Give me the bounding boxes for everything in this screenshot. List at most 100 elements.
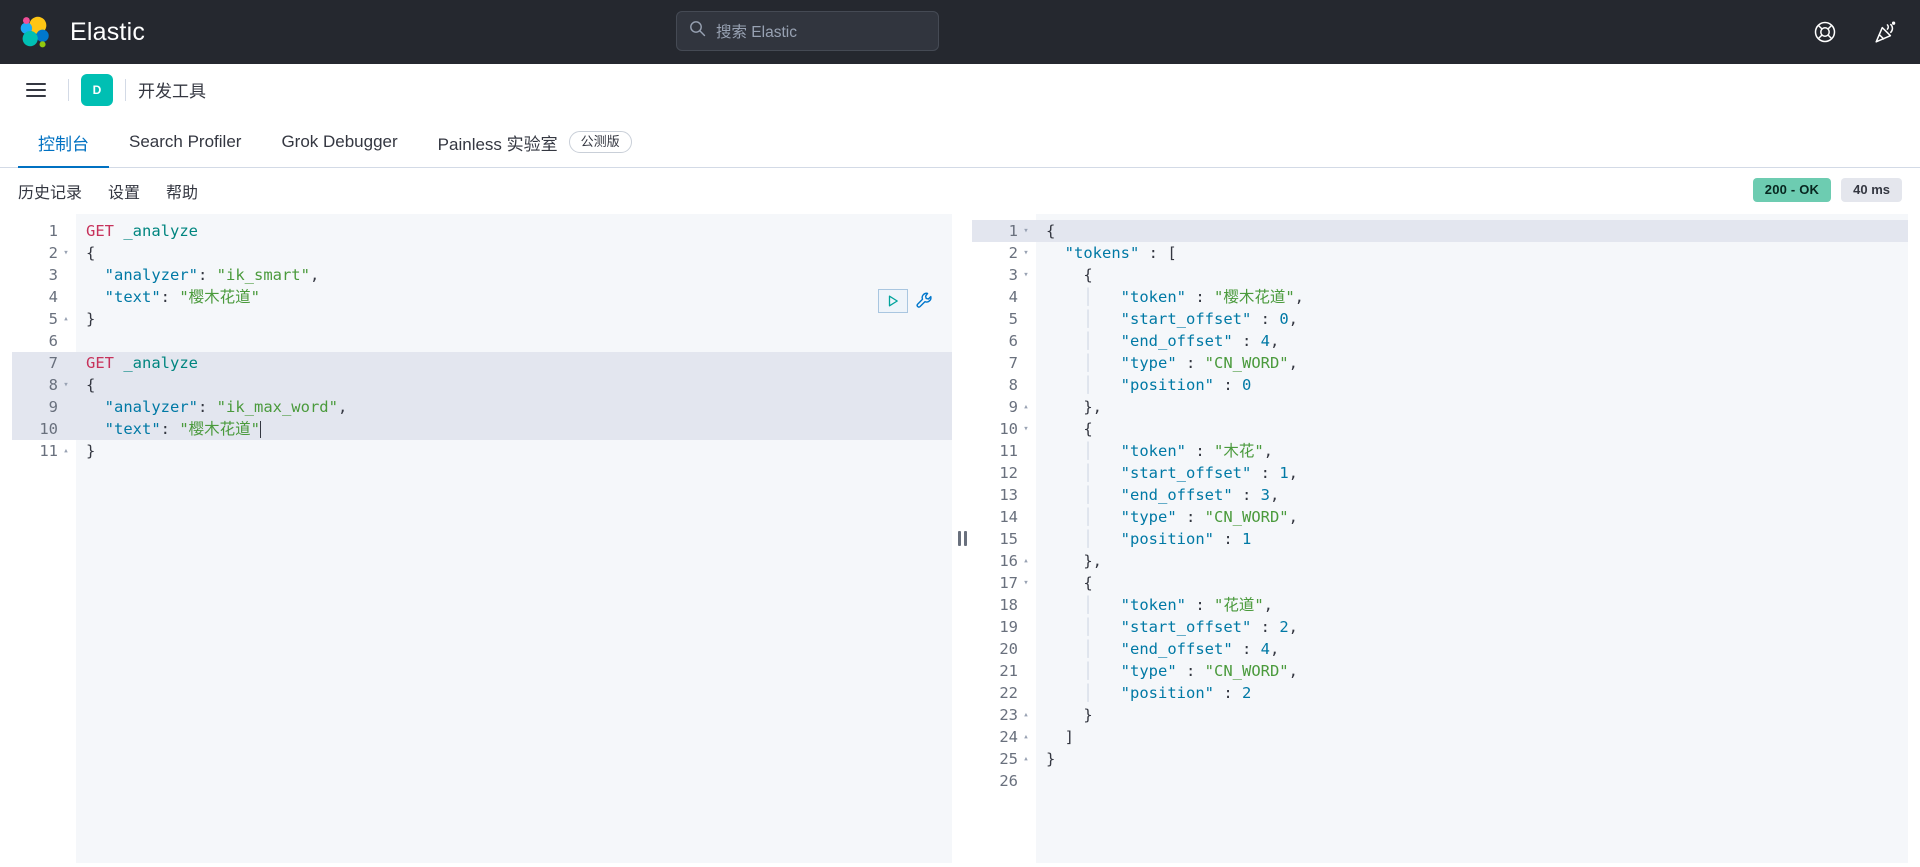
response-code-line[interactable]: │ "end_offset" : 4, bbox=[1036, 330, 1908, 352]
tab-label: Grok Debugger bbox=[281, 132, 398, 151]
response-code-line[interactable]: │ "type" : "CN_WORD", bbox=[1036, 352, 1908, 374]
hamburger-menu-icon[interactable] bbox=[16, 70, 56, 110]
pane-splitter[interactable] bbox=[952, 214, 972, 863]
code-token: : bbox=[160, 288, 180, 306]
fold-toggle-icon[interactable]: ▴ bbox=[1022, 726, 1030, 748]
tab-4[interactable]: Painless 实验室 公测版 bbox=[418, 118, 652, 168]
fold-toggle-icon[interactable]: ▾ bbox=[62, 242, 70, 264]
response-code-line[interactable]: }, bbox=[1036, 550, 1908, 572]
request-code-line[interactable]: "analyzer": "ik_smart", bbox=[76, 264, 952, 286]
help-icon[interactable] bbox=[1808, 15, 1842, 49]
play-triangle-icon[interactable] bbox=[878, 289, 908, 313]
response-code-line[interactable]: │ "type" : "CN_WORD", bbox=[1036, 506, 1908, 528]
response-code-line[interactable]: │ "token" : "花道", bbox=[1036, 594, 1908, 616]
tab-label: Painless 实验室 bbox=[437, 134, 558, 154]
request-code-line[interactable]: { bbox=[76, 242, 952, 264]
response-code-line[interactable]: │ "type" : "CN_WORD", bbox=[1036, 660, 1908, 682]
response-code-line[interactable]: │ "start_offset" : 0, bbox=[1036, 308, 1908, 330]
fold-toggle-icon[interactable]: ▴ bbox=[1022, 748, 1030, 770]
response-code-line[interactable]: │ "token" : "樱木花道", bbox=[1036, 286, 1908, 308]
response-code-line[interactable]: │ "position" : 2 bbox=[1036, 682, 1908, 704]
request-line-number-label: 8 bbox=[48, 376, 58, 394]
request-editor-pane[interactable]: 1 2 ▾ 3 4 5 ▴ 6 7 8 ▾ 9 10 11 ▴ GET _analyze{ "analyze… bbox=[12, 214, 952, 863]
fold-toggle-icon[interactable]: ▴ bbox=[62, 440, 70, 462]
request-line-number-label: 10 bbox=[39, 420, 58, 438]
response-line-number: 21 bbox=[972, 660, 1036, 682]
response-line-number-label: 5 bbox=[1008, 310, 1018, 328]
response-code-line[interactable]: "tokens" : [ bbox=[1036, 242, 1908, 264]
response-code-line[interactable] bbox=[1036, 770, 1908, 792]
response-line-number: 26 bbox=[972, 770, 1036, 792]
response-line-number: 13 bbox=[972, 484, 1036, 506]
response-code-line[interactable]: { bbox=[1036, 264, 1908, 286]
response-code-line[interactable]: │ "end_offset" : 3, bbox=[1036, 484, 1908, 506]
response-line-number: 20 bbox=[972, 638, 1036, 660]
response-code-line[interactable]: { bbox=[1036, 220, 1908, 242]
response-pane[interactable]: 1 ▾ 2 ▾ 3 ▾ 4 5 6 7 8 9 ▴ 10 ▾ 11 12 13 14 15 16 ▴ 17 ▾ 18 19 20 21… bbox=[972, 214, 1908, 863]
request-code-line[interactable]: GET _analyze bbox=[76, 352, 952, 374]
space-avatar[interactable]: D bbox=[81, 73, 113, 106]
fold-toggle-icon[interactable]: ▾ bbox=[1022, 242, 1030, 264]
code-token: "樱木花道" bbox=[179, 288, 260, 306]
response-code-lines[interactable]: { "tokens" : [ { │ "token" : "樱木花道", │ "… bbox=[1036, 214, 1908, 863]
tab-2[interactable]: Search Profiler bbox=[109, 118, 261, 168]
code-token: 0 bbox=[1279, 310, 1289, 328]
code-token: : bbox=[1186, 596, 1214, 614]
fold-toggle-icon[interactable]: ▴ bbox=[1022, 396, 1030, 418]
response-code-line[interactable]: }, bbox=[1036, 396, 1908, 418]
response-code-line[interactable]: } bbox=[1036, 748, 1908, 770]
code-token: 3 bbox=[1260, 486, 1270, 504]
toolbar-link-2[interactable]: 设置 bbox=[108, 185, 140, 202]
fold-toggle-icon[interactable]: ▴ bbox=[1022, 704, 1030, 726]
response-code-line[interactable]: │ "position" : 0 bbox=[1036, 374, 1908, 396]
response-code-line[interactable]: } bbox=[1036, 704, 1908, 726]
code-token: }, bbox=[1083, 552, 1102, 570]
tab-1[interactable]: 控制台 bbox=[18, 118, 109, 168]
code-token: │ bbox=[1046, 464, 1102, 482]
code-token: "木花" bbox=[1214, 442, 1264, 460]
request-code-line[interactable] bbox=[76, 330, 952, 352]
fold-toggle-icon[interactable]: ▴ bbox=[1022, 550, 1030, 572]
response-code-line[interactable]: { bbox=[1036, 572, 1908, 594]
fold-toggle-icon[interactable]: ▾ bbox=[1022, 572, 1030, 594]
response-code-line[interactable]: │ "end_offset" : 4, bbox=[1036, 638, 1908, 660]
code-token: 4 bbox=[1260, 332, 1270, 350]
news-feed-icon[interactable] bbox=[1868, 15, 1902, 49]
tab-3[interactable]: Grok Debugger bbox=[261, 118, 417, 168]
request-code-line[interactable]: "analyzer": "ik_max_word", bbox=[76, 396, 952, 418]
response-code-line[interactable]: │ "start_offset" : 1, bbox=[1036, 462, 1908, 484]
response-code-line[interactable]: │ "token" : "木花", bbox=[1036, 440, 1908, 462]
response-code-line[interactable]: ] bbox=[1036, 726, 1908, 748]
response-code-line[interactable]: { bbox=[1036, 418, 1908, 440]
wrench-icon[interactable] bbox=[912, 288, 938, 314]
response-code-line[interactable]: │ "position" : 1 bbox=[1036, 528, 1908, 550]
request-code-line[interactable]: } bbox=[76, 308, 952, 330]
request-line-number-label: 11 bbox=[39, 442, 58, 460]
response-code-line[interactable]: │ "start_offset" : 2, bbox=[1036, 616, 1908, 638]
response-line-number-label: 19 bbox=[999, 618, 1018, 636]
request-line-number: 1 bbox=[12, 220, 76, 242]
fold-toggle-icon[interactable]: ▾ bbox=[1022, 418, 1030, 440]
request-code-line[interactable]: "text": "樱木花道" bbox=[76, 418, 952, 440]
response-line-number-label: 22 bbox=[999, 684, 1018, 702]
request-code-lines[interactable]: GET _analyze { "analyzer": "ik_smart", "t… bbox=[76, 214, 952, 863]
code-token: 1 bbox=[1241, 530, 1252, 548]
response-code-area[interactable]: 1 ▾ 2 ▾ 3 ▾ 4 5 6 7 8 9 ▴ 10 ▾ 11 12 13 14 15 16 ▴ 17 ▾ 18 19 20 21… bbox=[972, 214, 1908, 863]
request-code-area[interactable]: 1 2 ▾ 3 4 5 ▴ 6 7 8 ▾ 9 10 11 ▴ GET _analyze{ "analyze… bbox=[12, 214, 952, 863]
fold-toggle-icon[interactable]: ▴ bbox=[62, 308, 70, 330]
toolbar-link-3[interactable]: 帮助 bbox=[166, 185, 198, 202]
request-code-line[interactable]: } bbox=[76, 440, 952, 462]
request-code-line[interactable]: { bbox=[76, 374, 952, 396]
search-input[interactable]: 搜索 Elastic bbox=[676, 11, 939, 51]
fold-toggle-icon[interactable]: ▾ bbox=[62, 374, 70, 396]
fold-toggle-icon[interactable]: ▾ bbox=[1022, 264, 1030, 286]
brand-block[interactable]: Elastic bbox=[0, 13, 145, 51]
fold-toggle-icon[interactable]: ▾ bbox=[1022, 220, 1030, 242]
code-token: : bbox=[1176, 354, 1205, 372]
global-search-wrapper[interactable]: 搜索 Elastic bbox=[676, 11, 939, 51]
request-code-line[interactable]: GET _analyze bbox=[76, 220, 952, 242]
request-code-line[interactable]: "text": "樱木花道" bbox=[76, 286, 952, 308]
code-token: 2 bbox=[1241, 684, 1252, 702]
breadcrumb-page-title[interactable]: 开发工具 bbox=[138, 77, 206, 102]
toolbar-link-1[interactable]: 历史记录 bbox=[18, 185, 82, 202]
